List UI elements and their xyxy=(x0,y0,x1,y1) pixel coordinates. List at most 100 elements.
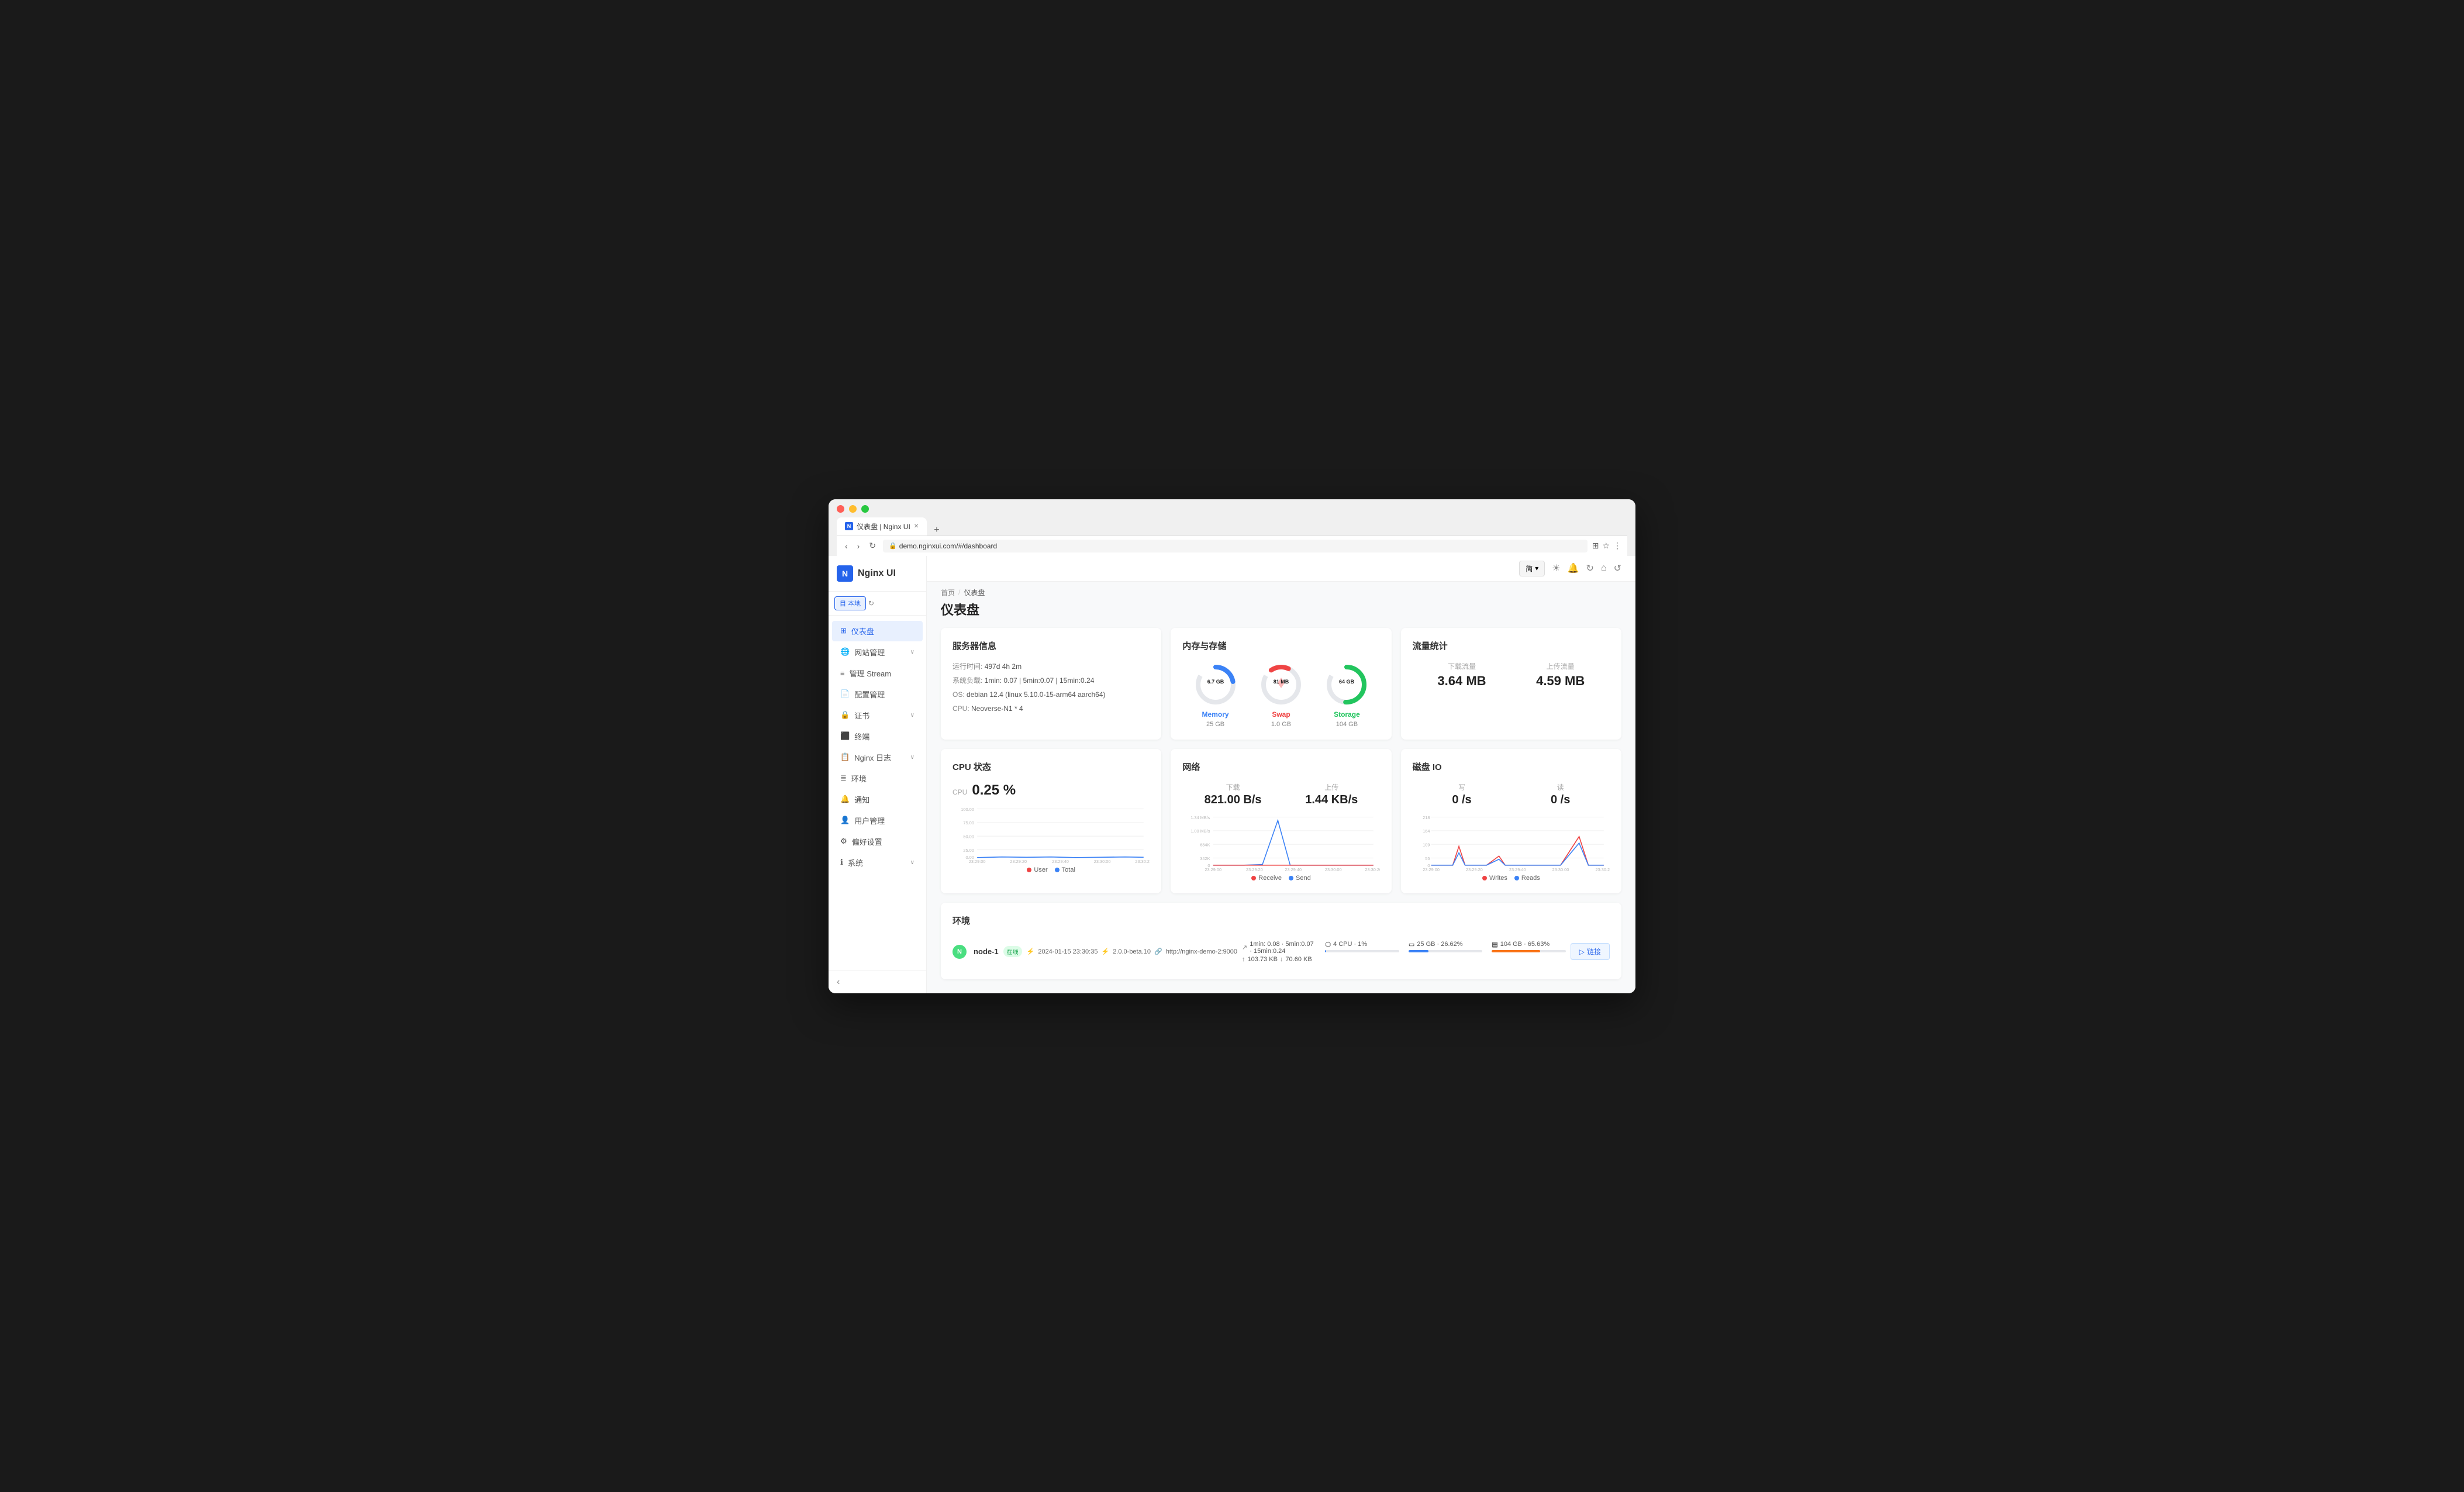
sidebar-item-users[interactable]: 👤 用户管理 xyxy=(832,810,923,831)
cpu-card: CPU 状态 CPU 0.25 % xyxy=(941,749,1161,893)
url-input[interactable]: 🔒 demo.nginxui.com/#/dashboard xyxy=(883,540,1588,552)
page-title: 仪表盘 xyxy=(927,598,1635,628)
settings-button[interactable]: ↺ xyxy=(1614,562,1621,574)
node-logo: N xyxy=(953,945,967,959)
sidebar-logo: N Nginx UI xyxy=(829,556,926,592)
breadcrumb-home[interactable]: 首页 xyxy=(941,588,955,598)
server-selector: 目 本地 ↻ xyxy=(829,592,926,616)
node-stats: ↗ 1min: 0.08 · 5min:0.07 · 15min:0.24 ↑ … xyxy=(1242,941,1566,963)
env-title: 环境 xyxy=(953,914,1610,927)
os-row: OS: debian 12.4 (linux 5.10.0-15-arm64 a… xyxy=(953,689,1150,700)
svg-text:6.7 GB: 6.7 GB xyxy=(1207,679,1224,685)
swap-total: 1.0 GB xyxy=(1271,721,1291,728)
cards-row-2: CPU 状态 CPU 0.25 % xyxy=(941,749,1621,893)
svg-text:50.00: 50.00 xyxy=(963,834,974,839)
sidebar: N Nginx UI 目 本地 ↻ ⊞ 仪表盘 xyxy=(829,556,927,993)
browser-chrome: N 仪表盘 | Nginx UI ✕ + ‹ › ↻ 🔒 demo.nginxu… xyxy=(829,499,1635,556)
download-arrow-icon: ↓ xyxy=(1280,956,1283,963)
sidebar-label-env: 环境 xyxy=(851,773,867,784)
sidebar-label-nginx-log: Nginx 日志 xyxy=(854,752,891,763)
svg-text:164: 164 xyxy=(1423,828,1430,834)
sidebar-item-website[interactable]: 🌐 网站管理 ∨ xyxy=(832,642,923,662)
storage-gauge-svg: 64 GB xyxy=(1323,661,1370,708)
node-cpu-label: 4 CPU · 1% xyxy=(1333,941,1367,948)
sidebar-item-cert[interactable]: 🔒 证书 ∨ xyxy=(832,705,923,726)
notify-icon: 🔔 xyxy=(840,795,850,804)
lock-icon: 🔒 xyxy=(889,542,897,550)
sidebar-item-config[interactable]: 📄 配置管理 xyxy=(832,684,923,704)
timestamp-icon: ⚡ xyxy=(1027,948,1035,955)
network-chart-svg: 1.34 MB/s 1.00 MB/s 684K 342K 0 23:29:00… xyxy=(1182,814,1379,872)
main-header: 简 ▾ ☀ 🔔 ↻ ⌂ ↺ xyxy=(927,556,1635,582)
cpu-card-title: CPU 状态 xyxy=(953,761,1150,773)
network-ul-label: 上传 xyxy=(1305,782,1358,792)
collapse-button[interactable]: ‹ xyxy=(837,977,840,987)
memory-total: 25 GB xyxy=(1206,721,1224,728)
svg-text:81 MB: 81 MB xyxy=(1274,679,1289,685)
load-arrow-icon: ↗ xyxy=(1242,944,1247,951)
user-legend-label: User xyxy=(1034,866,1047,873)
link-icon: 🔗 xyxy=(1154,948,1162,955)
reload-button[interactable]: ↻ xyxy=(867,540,878,552)
sidebar-item-dashboard[interactable]: ⊞ 仪表盘 xyxy=(832,621,923,641)
maximize-button[interactable] xyxy=(861,505,869,513)
node-memory-label: 25 GB · 26.62% xyxy=(1417,941,1462,948)
tab-title: 仪表盘 | Nginx UI xyxy=(857,521,910,531)
os-label: OS: xyxy=(953,690,965,699)
storage-total: 104 GB xyxy=(1336,721,1358,728)
send-legend-dot xyxy=(1289,876,1293,880)
node-link-button[interactable]: ▷ 链接 xyxy=(1571,943,1610,960)
theme-toggle-button[interactable]: ☀ xyxy=(1552,562,1560,574)
stream-icon: ≡ xyxy=(840,669,845,678)
sidebar-label-dashboard: 仪表盘 xyxy=(851,626,874,637)
sidebar-item-terminal[interactable]: ⬛ 终端 xyxy=(832,726,923,747)
gauges-row: 6.7 GB Memory 25 GB xyxy=(1182,661,1379,728)
svg-text:342K: 342K xyxy=(1200,855,1210,861)
home-button[interactable]: ⌂ xyxy=(1601,563,1607,574)
disk-chart-area: 218 164 109 55 0 23:29:00 23:29:20 xyxy=(1413,814,1610,872)
node-load: 1min: 0.08 · 5min:0.07 · 15min:0.24 xyxy=(1250,941,1316,955)
sidebar-label-users: 用户管理 xyxy=(854,815,885,826)
cpu-metric-header: CPU 0.25 % xyxy=(953,782,1150,799)
environment-node: N node-1 在线 ⚡ 2024-01-15 23:30:35 ⚡ 2.0.… xyxy=(953,936,1610,968)
link-btn-icon: ▷ xyxy=(1579,948,1585,956)
svg-text:100.00: 100.00 xyxy=(961,806,974,811)
notification-bell-button[interactable]: 🔔 xyxy=(1568,562,1579,574)
refresh-data-button[interactable]: ↻ xyxy=(1586,562,1594,574)
cpu-stat-bar xyxy=(1325,950,1399,952)
close-button[interactable] xyxy=(837,505,844,513)
chevron-down-icon-system: ∨ xyxy=(910,859,914,866)
sidebar-item-system[interactable]: ℹ 系统 ∨ xyxy=(832,852,923,873)
active-tab[interactable]: N 仪表盘 | Nginx UI ✕ xyxy=(837,517,927,536)
back-button[interactable]: ‹ xyxy=(843,540,850,552)
svg-text:23:29:40: 23:29:40 xyxy=(1052,858,1069,864)
node-storage-stat: ▤ 104 GB · 65.63% xyxy=(1492,941,1565,963)
sidebar-label-config: 配置管理 xyxy=(854,689,885,700)
header-actions: 简 ▾ ☀ 🔔 ↻ ⌂ ↺ xyxy=(1519,561,1621,576)
bookmark-button[interactable]: ☆ xyxy=(1602,541,1610,551)
sidebar-item-prefs[interactable]: ⚙ 偏好设置 xyxy=(832,831,923,852)
tab-close-icon[interactable]: ✕ xyxy=(914,523,919,530)
disk-io-title: 磁盘 IO xyxy=(1413,761,1610,773)
user-legend-dot xyxy=(1027,868,1031,872)
server-icon: 目 xyxy=(840,599,846,608)
memory-stat-fill xyxy=(1409,950,1428,952)
refresh-icon[interactable]: ↻ xyxy=(868,599,874,607)
memory-stat-icon: ▭ xyxy=(1409,941,1414,948)
svg-text:1.34 MB/s: 1.34 MB/s xyxy=(1191,814,1210,820)
lang-selector[interactable]: 简 ▾ xyxy=(1519,561,1545,576)
forward-button[interactable]: › xyxy=(855,540,862,552)
sidebar-item-notify[interactable]: 🔔 通知 xyxy=(832,789,923,810)
minimize-button[interactable] xyxy=(849,505,857,513)
sidebar-item-stream[interactable]: ≡ 管理 Stream xyxy=(832,663,923,683)
system-icon: ℹ xyxy=(840,858,843,867)
node-status-badge: 在线 xyxy=(1003,946,1022,957)
writes-legend-dot xyxy=(1482,876,1487,880)
extensions-button[interactable]: ⊞ xyxy=(1592,541,1599,551)
node-storage-label: 104 GB · 65.63% xyxy=(1500,941,1550,948)
new-tab-button[interactable]: + xyxy=(929,525,944,536)
sidebar-item-nginx-log[interactable]: 📋 Nginx 日志 ∨ xyxy=(832,747,923,768)
menu-button[interactable]: ⋮ xyxy=(1613,541,1621,551)
sidebar-item-env[interactable]: ≣ 环境 xyxy=(832,768,923,789)
server-select-button[interactable]: 目 本地 xyxy=(834,596,866,610)
